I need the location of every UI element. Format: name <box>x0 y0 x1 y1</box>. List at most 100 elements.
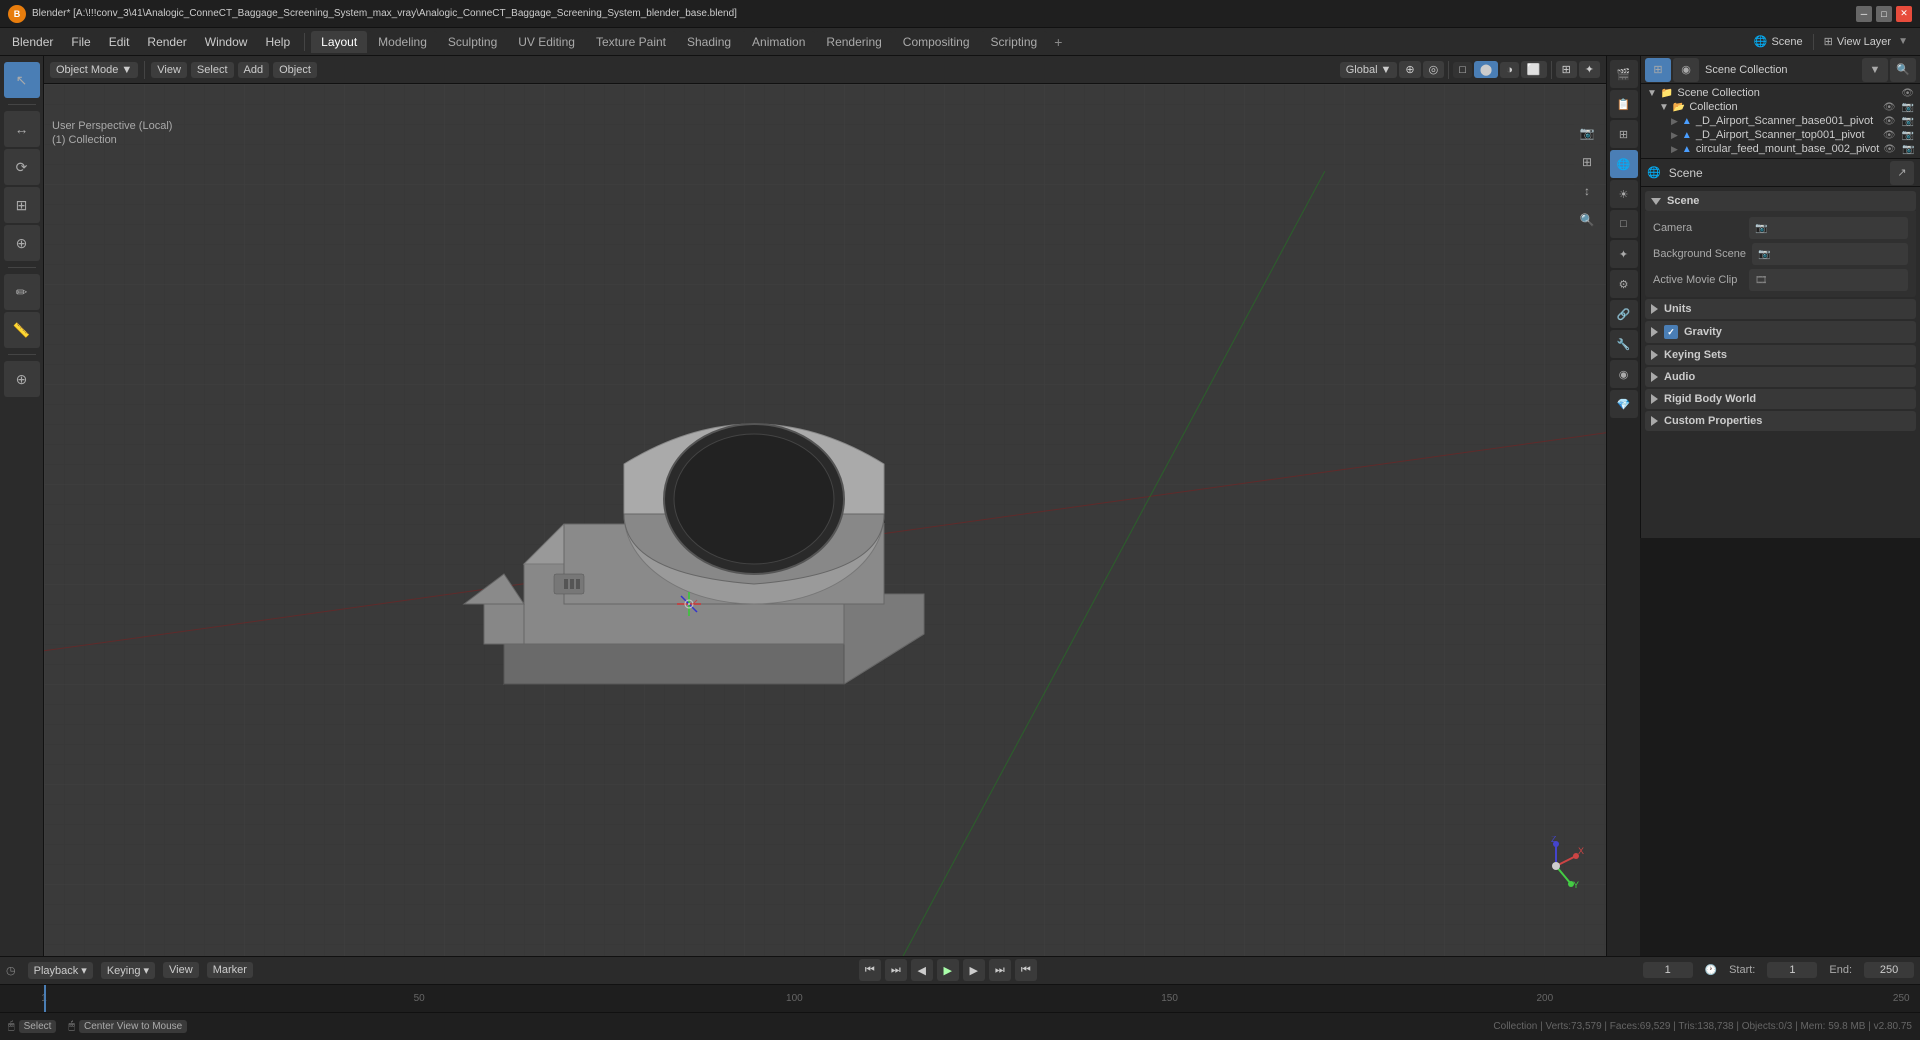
props-material-tab[interactable]: 💎 <box>1610 390 1638 418</box>
tl-jump-end[interactable]: ⏮ <box>1015 959 1037 981</box>
tl-view-menu[interactable]: View <box>163 962 199 978</box>
menu-file[interactable]: File <box>63 32 98 52</box>
tool-cursor[interactable]: ⊕ <box>4 361 40 397</box>
tab-layout[interactable]: Layout <box>311 31 367 53</box>
camera-value[interactable]: 📷 <box>1749 217 1908 239</box>
obj1-render[interactable]: 📷 <box>1902 116 1914 127</box>
obj3-visibility[interactable]: 👁 <box>1883 144 1896 155</box>
vp-global-selector[interactable]: Global ▼ <box>1340 62 1398 78</box>
tl-jump-start[interactable]: ⏮ <box>859 959 881 981</box>
viewport[interactable]: Object Mode ▼ View Select Add Object Glo… <box>44 56 1606 956</box>
obj2-render[interactable]: 📷 <box>1902 130 1914 141</box>
end-frame-input[interactable]: 250 <box>1864 962 1914 978</box>
tab-rendering[interactable]: Rendering <box>816 31 891 53</box>
menu-render[interactable]: Render <box>139 32 194 52</box>
tl-step-back[interactable]: ◀ <box>911 959 933 981</box>
props-physics-tab[interactable]: ⚙ <box>1610 270 1638 298</box>
coll-visibility[interactable]: 👁 <box>1883 102 1896 113</box>
vp-camera-view[interactable]: 📷 <box>1574 120 1600 146</box>
vp-overlay[interactable]: ⊞ <box>1556 61 1577 78</box>
tool-rotate[interactable]: ⟳ <box>4 149 40 185</box>
scene-coll-visibility[interactable]: 👁 <box>1901 88 1914 99</box>
active-movie-clip-value[interactable]: 🎞 <box>1749 269 1908 291</box>
properties-content[interactable]: Scene Camera 📷 Background Scene <box>1641 187 1920 538</box>
vp-render-region[interactable]: ⊞ <box>1574 149 1600 175</box>
props-scene-tab[interactable]: 🌐 <box>1610 150 1638 178</box>
custom-props-header[interactable]: Custom Properties <box>1645 411 1916 431</box>
scene-collection-root[interactable]: ▼ 📁 Scene Collection 👁 <box>1643 86 1918 100</box>
model-area[interactable]: User Perspective (Local) (1) Collection … <box>44 84 1606 956</box>
axis-gizmo[interactable]: X Y Z <box>1526 836 1586 896</box>
gravity-section-header[interactable]: Gravity <box>1645 321 1916 343</box>
vp-object-menu[interactable]: Object <box>273 62 317 78</box>
gravity-checkbox[interactable] <box>1664 325 1678 339</box>
vp-zoom-in[interactable]: 🔍 <box>1574 207 1600 233</box>
vp-rendered[interactable]: ⬜ <box>1521 61 1547 78</box>
props-render-tab[interactable]: 🎬 <box>1610 60 1638 88</box>
tl-playback-menu[interactable]: Playback ▾ <box>28 962 93 979</box>
outliner-area[interactable]: ▼ 📁 Scene Collection 👁 ▼ 📂 Collection 👁 … <box>1641 84 1920 158</box>
tool-transform[interactable]: ⊕ <box>4 225 40 261</box>
vp-view-menu[interactable]: View <box>151 62 187 78</box>
props-data-tab[interactable]: ◉ <box>1610 360 1638 388</box>
tool-move[interactable]: ↔ <box>4 111 40 147</box>
tab-texture-paint[interactable]: Texture Paint <box>586 31 676 53</box>
outliner-mode-scenes[interactable]: ⊞ <box>1645 58 1671 82</box>
tool-measure[interactable]: 📏 <box>4 312 40 348</box>
props-modifiers-tab[interactable]: 🔧 <box>1610 330 1638 358</box>
props-view-tab[interactable]: ⊞ <box>1610 120 1638 148</box>
outliner-search[interactable]: 🔍 <box>1890 58 1916 82</box>
tab-uv-editing[interactable]: UV Editing <box>508 31 585 53</box>
tl-marker-menu[interactable]: Marker <box>207 962 253 978</box>
tl-next-keyframe[interactable]: ⏭ <box>989 959 1011 981</box>
vp-wireframe[interactable]: □ <box>1453 62 1472 78</box>
tl-step-forward[interactable]: ▶ <box>963 959 985 981</box>
tl-prev-keyframe[interactable]: ⏭ <box>885 959 907 981</box>
tab-scripting[interactable]: Scripting <box>981 31 1048 53</box>
start-frame-input[interactable]: 1 <box>1767 962 1817 978</box>
vp-toggle-gizmo[interactable]: ↕ <box>1574 178 1600 204</box>
tl-keying-menu[interactable]: Keying ▾ <box>101 962 155 979</box>
obj1-visibility[interactable]: 👁 <box>1883 116 1896 127</box>
menu-help[interactable]: Help <box>257 32 298 52</box>
tab-modeling[interactable]: Modeling <box>368 31 437 53</box>
current-frame-input[interactable]: 1 <box>1643 962 1693 978</box>
tool-scale[interactable]: ⊞ <box>4 187 40 223</box>
outliner-mode-view[interactable]: ◉ <box>1673 58 1699 82</box>
object-airport-base[interactable]: ▶ ▲ _D_Airport_Scanner_base001_pivot 👁 📷 <box>1643 114 1918 128</box>
tab-compositing[interactable]: Compositing <box>893 31 980 53</box>
props-constraints-tab[interactable]: 🔗 <box>1610 300 1638 328</box>
maximize-button[interactable]: □ <box>1876 6 1892 22</box>
object-airport-top[interactable]: ▶ ▲ _D_Airport_Scanner_top001_pivot 👁 📷 <box>1643 128 1918 142</box>
close-button[interactable]: ✕ <box>1896 6 1912 22</box>
window-controls[interactable]: ─ □ ✕ <box>1856 6 1912 22</box>
rigid-body-section-header[interactable]: Rigid Body World <box>1645 389 1916 409</box>
props-object-tab[interactable]: □ <box>1610 210 1638 238</box>
coll-render[interactable]: 📷 <box>1902 102 1914 113</box>
menu-edit[interactable]: Edit <box>101 32 138 52</box>
timeline-track[interactable]: 1 50 100 150 200 250 <box>0 985 1920 1012</box>
tab-animation[interactable]: Animation <box>742 31 815 53</box>
vp-xray[interactable]: ✦ <box>1579 61 1600 78</box>
vp-add-menu[interactable]: Add <box>238 62 270 78</box>
tab-sculpting[interactable]: Sculpting <box>438 31 507 53</box>
object-circular-feed[interactable]: ▶ ▲ circular_feed_mount_base_002_pivot 👁… <box>1643 142 1918 156</box>
obj2-visibility[interactable]: 👁 <box>1883 130 1896 141</box>
timeline-playhead[interactable] <box>44 985 46 1012</box>
menu-window[interactable]: Window <box>197 32 256 52</box>
vp-proportional[interactable]: ◎ <box>1423 61 1445 78</box>
obj3-render[interactable]: 📷 <box>1902 144 1914 155</box>
props-expand[interactable]: ↗ <box>1890 161 1914 185</box>
tool-annotate[interactable]: ✏ <box>4 274 40 310</box>
audio-section-header[interactable]: Audio <box>1645 367 1916 387</box>
tool-select[interactable]: ↖ <box>4 62 40 98</box>
object-mode-selector[interactable]: Object Mode ▼ <box>50 62 138 78</box>
background-scene-value[interactable]: 📷 <box>1752 243 1908 265</box>
units-section-header[interactable]: Units <box>1645 299 1916 319</box>
add-workspace-button[interactable]: + <box>1048 31 1068 53</box>
scene-section-header[interactable]: Scene <box>1645 191 1916 211</box>
outliner-filter[interactable]: ▼ <box>1862 58 1888 82</box>
props-output-tab[interactable]: 📋 <box>1610 90 1638 118</box>
vp-select-menu[interactable]: Select <box>191 62 234 78</box>
vp-snap-toggle[interactable]: ⊕ <box>1399 61 1420 78</box>
